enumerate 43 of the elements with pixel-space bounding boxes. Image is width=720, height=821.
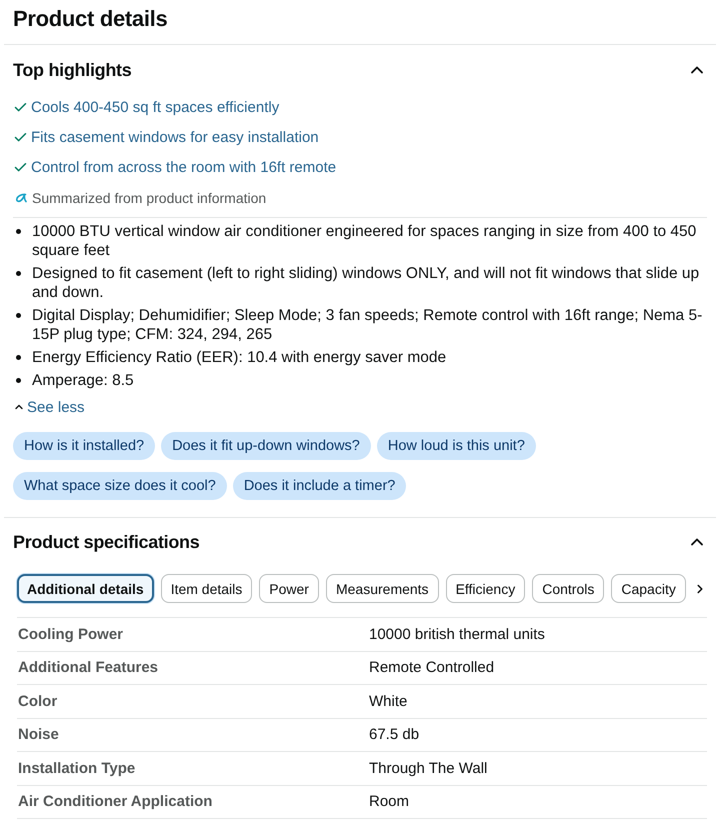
spec-tab[interactable]: Measurements xyxy=(326,574,439,603)
loop-icon xyxy=(15,192,27,202)
question-chip[interactable]: Does it fit up-down windows? xyxy=(161,432,371,460)
section-title: Product specifications xyxy=(13,531,200,554)
see-less-link[interactable]: See less xyxy=(27,398,85,416)
spec-value: White xyxy=(369,692,408,711)
question-chip[interactable]: Does it include a timer? xyxy=(232,472,406,500)
bullet-icon xyxy=(16,355,21,360)
bullet-icon xyxy=(16,313,21,318)
question-chip[interactable]: How is it installed? xyxy=(13,432,156,460)
spec-label: Color xyxy=(17,692,58,711)
bullet-icon xyxy=(16,229,21,234)
bullet-text: Energy Efficiency Ratio (EER): 10.4 with energy saver mode xyxy=(32,348,448,367)
question-chip[interactable]: How loud is this unit? xyxy=(376,432,536,460)
spec-tab[interactable]: Capacity xyxy=(611,574,686,603)
highlight-text: Control from across the room with 16ft remote xyxy=(31,158,336,176)
spec-value: Room xyxy=(369,792,410,812)
page-title: Product details xyxy=(13,5,168,33)
summary-note: Summarized from product information xyxy=(32,188,266,206)
bullet-icon xyxy=(16,271,21,276)
spec-value: Through The Wall xyxy=(369,758,488,778)
section-title: Top highlights xyxy=(13,59,132,82)
bullet-text: Digital Display; Dehumidifier; Sleep Mode; 3 fan speeds; Remote control with 16ft range; Nema 5-15P plug type; CFM: 324, 294, 265 xyxy=(32,306,704,344)
spec-label: Cooling Power xyxy=(17,624,124,644)
spec-value: Remote Controlled xyxy=(369,658,496,678)
bullet-text: 10000 BTU vertical window air conditioner engineered for spaces ranging in size from 400 to 450 square feet xyxy=(32,222,698,260)
highlight-text: Cools 400-450 sq ft spaces efficiently xyxy=(31,98,280,116)
spec-label: Noise xyxy=(17,725,60,744)
spec-tab[interactable]: Power xyxy=(259,574,319,603)
spec-tab[interactable]: Efficiency xyxy=(446,574,526,603)
question-chip[interactable]: What space size does it cool? xyxy=(13,472,227,500)
spec-tab[interactable]: Additional details xyxy=(17,574,154,603)
spec-label: Air Conditioner Application xyxy=(17,792,214,812)
spec-value: 10000 british thermal units xyxy=(369,624,546,644)
spec-value: 67.5 db xyxy=(369,725,420,744)
spec-label: Installation Type xyxy=(17,758,136,778)
spec-tab[interactable]: Controls xyxy=(532,574,604,603)
highlight-text: Fits casement windows for easy installation xyxy=(31,128,319,146)
bullet-text: Amperage: 8.5 xyxy=(32,371,135,390)
bullet-text: Designed to fit casement (left to right sliding) windows ONLY, and will not fit windows that slide up and down. xyxy=(32,264,700,302)
spec-tab[interactable]: Item details xyxy=(160,574,252,603)
bullet-icon xyxy=(16,378,21,383)
spec-label: Additional Features xyxy=(17,658,160,678)
